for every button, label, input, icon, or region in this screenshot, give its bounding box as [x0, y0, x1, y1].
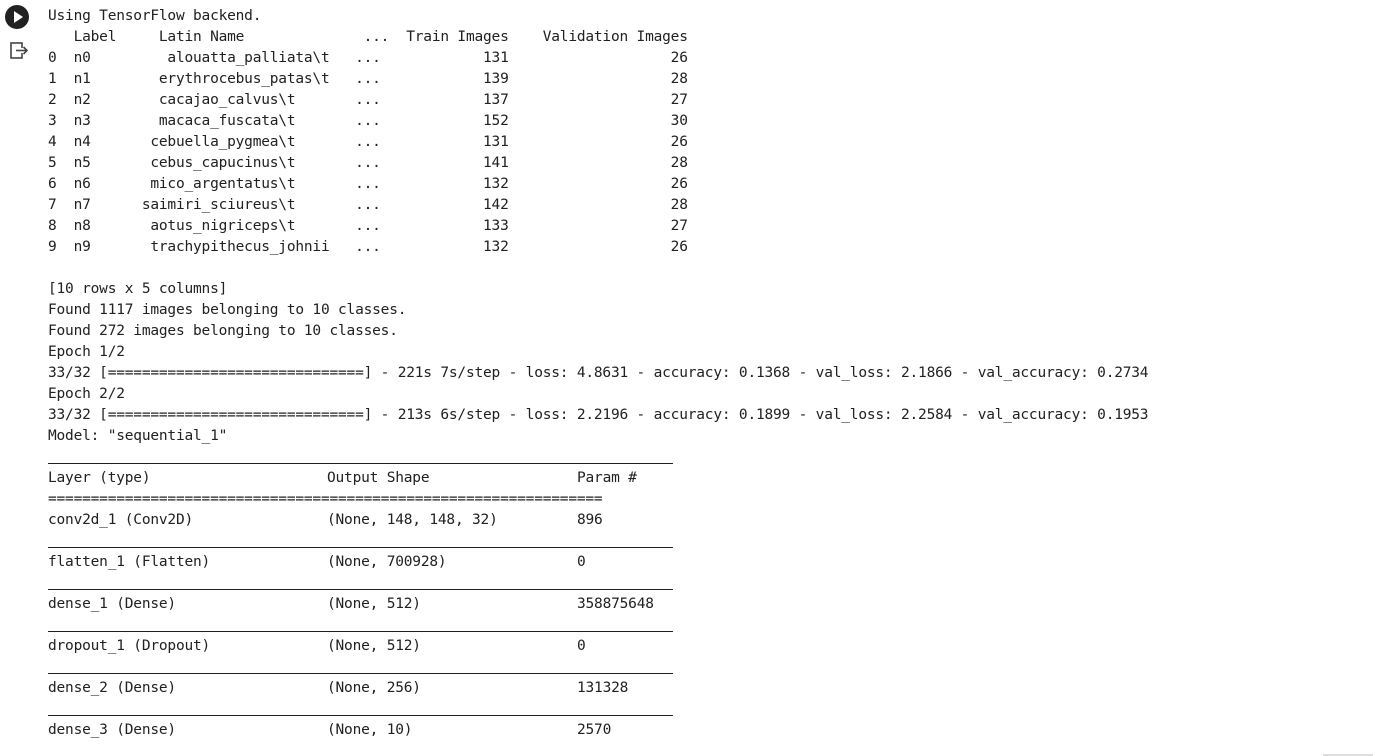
dataframe-shape-line: [10 rows x 5 columns] — [48, 281, 228, 297]
layer-name: conv2d_1 (Conv2D) — [48, 512, 194, 528]
layer-shape: (None, 700928) — [327, 554, 447, 570]
dataframe-row: 5 n5 cebus_capucinus\t ... 141 28 — [48, 155, 688, 171]
dataframe-row: 3 n3 macaca_fuscata\t ... 152 30 — [48, 113, 688, 129]
summary-rule — [48, 531, 673, 552]
val-found-line: Found 272 images belonging to 10 classes… — [48, 323, 398, 339]
dataframe-header: Label Latin Name ... Train Images Valida… — [48, 29, 688, 45]
header-params: Param # — [577, 470, 637, 486]
summary-layer-row: dense_1 (Dense) (None, 512) 358875648 — [48, 594, 673, 615]
progress-line: 33/32 [==============================] -… — [48, 407, 1149, 423]
layer-params: 0 — [577, 554, 586, 570]
cell-output: Using TensorFlow backend. Label Latin Na… — [48, 6, 1358, 741]
progress-line: 33/32 [==============================] -… — [48, 365, 1149, 381]
model-name-line: Model: "sequential_1" — [48, 428, 228, 444]
summary-double-rule: ========================================… — [48, 491, 603, 507]
summary-rule — [48, 615, 673, 636]
layer-shape: (None, 148, 148, 32) — [327, 512, 498, 528]
layer-params: 0 — [577, 638, 586, 654]
blank-line — [48, 258, 1358, 279]
layer-params: 2570 — [577, 722, 612, 738]
layer-params: 358875648 — [577, 596, 654, 612]
layer-name: dropout_1 (Dropout) — [48, 638, 211, 654]
dataframe-row: 8 n8 aotus_nigriceps\t ... 133 27 — [48, 218, 688, 234]
summary-layer-row: flatten_1 (Flatten) (None, 700928) 0 — [48, 552, 673, 573]
dataframe-row: 7 n7 saimiri_sciureus\t ... 142 28 — [48, 197, 688, 213]
dataframe-row: 4 n4 cebuella_pygmea\t ... 131 26 — [48, 134, 688, 150]
summary-layer-row: dropout_1 (Dropout) (None, 512) 0 — [48, 636, 673, 657]
train-found-line: Found 1117 images belonging to 10 classe… — [48, 302, 407, 318]
layer-shape: (None, 512) — [327, 596, 421, 612]
dataframe-row: 6 n6 mico_argentatus\t ... 132 26 — [48, 176, 688, 192]
dataframe-output: Label Latin Name ... Train Images Valida… — [48, 27, 1358, 258]
layer-name: dense_2 (Dense) — [48, 680, 176, 696]
play-triangle — [14, 11, 23, 23]
layer-shape: (None, 256) — [327, 680, 421, 696]
summary-rule — [48, 447, 673, 468]
layer-params: 131328 — [577, 680, 629, 696]
training-log: [10 rows x 5 columns] Found 1117 images … — [48, 279, 1358, 447]
summary-rule — [48, 699, 673, 720]
layer-name: flatten_1 (Flatten) — [48, 554, 211, 570]
dataframe-row: 2 n2 cacajao_calvus\t ... 137 27 — [48, 92, 688, 108]
output-redirect-icon[interactable] — [8, 40, 30, 62]
summary-rule — [48, 573, 673, 594]
dataframe-row: 9 n9 trachypithecus_johnii ... 132 26 — [48, 239, 688, 255]
model-summary: Layer (type) Output Shape Param # ========… — [48, 447, 673, 741]
play-icon[interactable] — [5, 5, 29, 29]
layer-params: 896 — [577, 512, 603, 528]
summary-layer-row: conv2d_1 (Conv2D) (None, 148, 148, 32) 896 — [48, 510, 673, 531]
dataframe-row: 0 n0 alouatta_palliata\t ... 131 26 — [48, 50, 688, 66]
cell-gutter — [0, 0, 40, 756]
layer-shape: (None, 10) — [327, 722, 413, 738]
layer-name: dense_3 (Dense) — [48, 722, 176, 738]
layer-name: dense_1 (Dense) — [48, 596, 176, 612]
epoch-line: Epoch 1/2 — [48, 344, 125, 360]
summary-header-row: Layer (type) Output Shape Param # — [48, 468, 673, 489]
layer-shape: (None, 512) — [327, 638, 421, 654]
summary-layer-row: dense_2 (Dense) (None, 256) 131328 — [48, 678, 673, 699]
summary-rule — [48, 657, 673, 678]
epoch-line: Epoch 2/2 — [48, 386, 125, 402]
dataframe-row: 1 n1 erythrocebus_patas\t ... 139 28 — [48, 71, 688, 87]
header-shape: Output Shape — [327, 470, 430, 486]
header-layer: Layer (type) — [48, 470, 151, 486]
backend-line: Using TensorFlow backend. — [48, 8, 262, 24]
summary-layer-row: dense_3 (Dense) (None, 10) 2570 — [48, 720, 673, 741]
